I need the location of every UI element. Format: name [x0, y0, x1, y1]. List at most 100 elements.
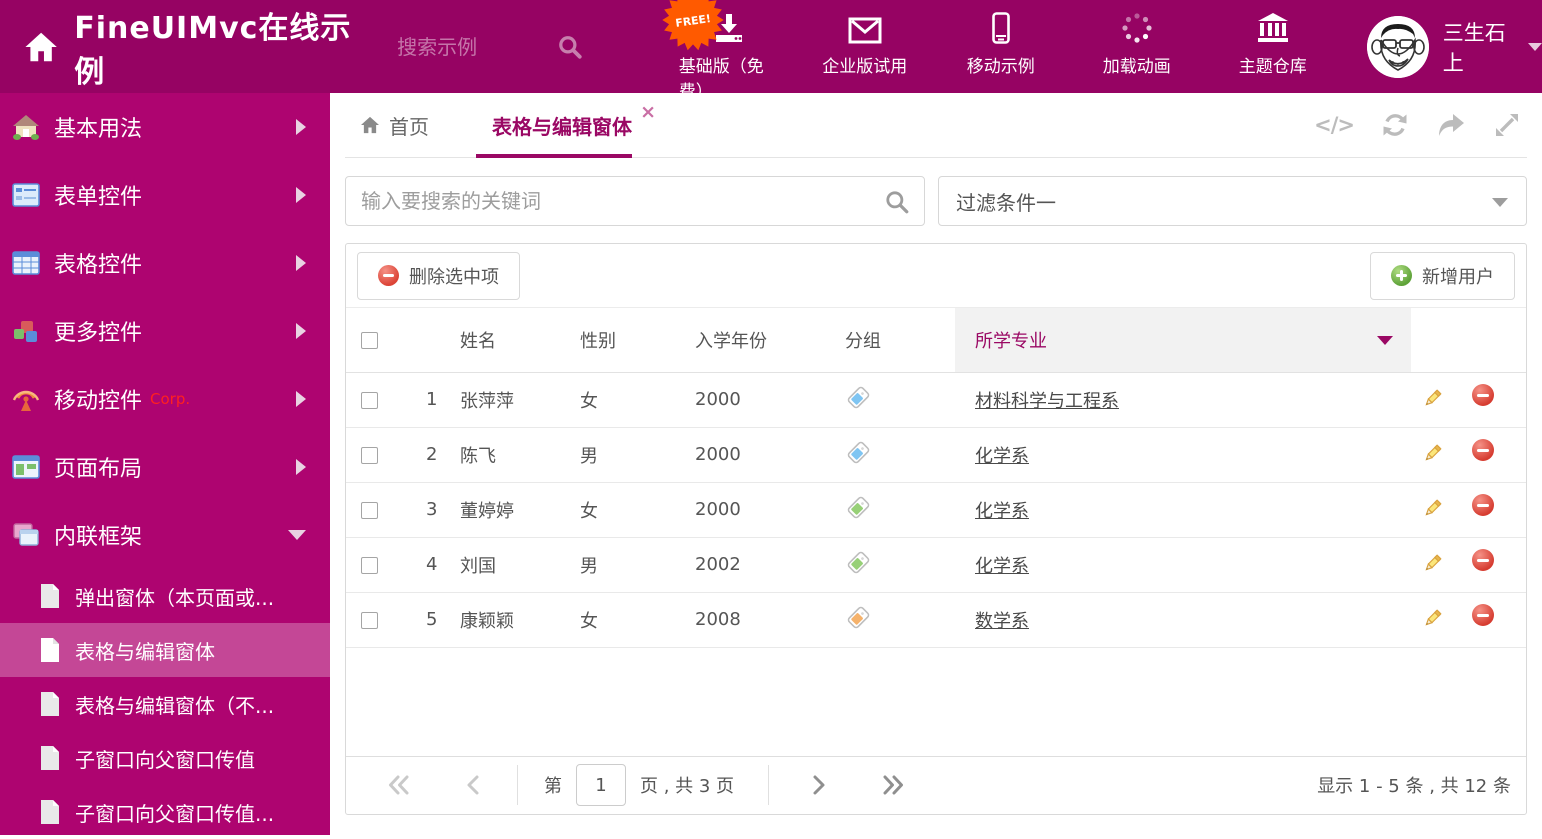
- major-link[interactable]: 化学系: [975, 501, 1029, 522]
- filter-dropdown[interactable]: 过滤条件一: [938, 176, 1527, 226]
- delete-icon[interactable]: [1471, 494, 1494, 516]
- nav-basic-free[interactable]: FREE! 基础版（免费）: [661, 0, 779, 102]
- chevron-right-icon: [296, 255, 306, 271]
- keyword-search[interactable]: [345, 176, 925, 226]
- chevron-down-icon: [1492, 198, 1508, 207]
- sidebar-item-iframe[interactable]: 内联框架: [0, 501, 330, 569]
- home-icon: [361, 116, 379, 134]
- cell-name: 康颖颖: [450, 592, 570, 648]
- sidebar-subitem-child-to-parent-2[interactable]: 子窗口向父窗口传值...: [0, 785, 330, 839]
- mobile-icon: [991, 10, 1010, 44]
- filter-dropdown-value: 过滤条件一: [956, 190, 1056, 215]
- edit-icon[interactable]: [1421, 552, 1444, 580]
- sidebar-subitem-popup-window[interactable]: 弹出窗体（本页面或...: [0, 569, 330, 623]
- row-checkbox[interactable]: [361, 556, 378, 574]
- edit-icon[interactable]: [1421, 442, 1444, 470]
- delete-icon[interactable]: [1471, 384, 1494, 406]
- free-badge-icon: FREE!: [661, 0, 724, 50]
- major-link[interactable]: 化学系: [975, 556, 1029, 577]
- keyword-search-input[interactable]: [346, 177, 846, 225]
- header-search[interactable]: [397, 34, 607, 60]
- first-page-button[interactable]: [387, 773, 411, 797]
- sidebar-item-basic-usage[interactable]: 基本用法: [0, 93, 330, 161]
- prev-page-button[interactable]: [463, 773, 483, 797]
- row-checkbox[interactable]: [361, 446, 378, 464]
- row-checkbox[interactable]: [361, 391, 378, 409]
- tag-icon: [847, 551, 870, 573]
- expand-icon[interactable]: [1493, 111, 1521, 139]
- avatar[interactable]: [1366, 15, 1429, 78]
- tag-icon: [847, 606, 870, 628]
- col-gender[interactable]: 性别: [570, 308, 685, 373]
- nav-loading-animation[interactable]: 加载动画: [1087, 0, 1187, 77]
- sidebar-subitem-child-to-parent[interactable]: 子窗口向父窗口传值: [0, 731, 330, 785]
- last-page-button[interactable]: [881, 773, 905, 797]
- sidebar-item-more-controls[interactable]: 更多控件: [0, 297, 330, 365]
- sidebar-item-grid-controls[interactable]: 表格控件: [0, 229, 330, 297]
- edit-icon[interactable]: [1421, 387, 1444, 415]
- col-major[interactable]: 所学专业: [955, 308, 1411, 373]
- share-icon[interactable]: [1436, 112, 1466, 138]
- sidebar-item-label: 表单控件: [54, 185, 143, 210]
- plus-circle-icon: [1391, 265, 1412, 286]
- sidebar-item-form-controls[interactable]: 表单控件: [0, 161, 330, 229]
- brand[interactable]: FineUIMvc在线示例: [0, 3, 367, 91]
- add-user-button[interactable]: 新增用户: [1370, 251, 1515, 300]
- edit-icon[interactable]: [1421, 497, 1444, 525]
- search-icon[interactable]: [557, 34, 583, 60]
- sidebar-item-label: 更多控件: [54, 321, 143, 346]
- page-prefix: 第: [544, 776, 562, 797]
- sidebar-item-label: 移动控件: [54, 389, 143, 414]
- nav-enterprise-trial[interactable]: 企业版试用: [815, 0, 915, 77]
- header-nav: FREE! 基础版（免费） 企业版试用 移动示例 加载动画 主题仓库: [661, 0, 1323, 102]
- grid-empty-space: [346, 648, 1526, 756]
- row-number: 5: [410, 592, 450, 648]
- select-all-header[interactable]: [346, 308, 410, 373]
- col-year[interactable]: 入学年份: [685, 308, 835, 373]
- col-name[interactable]: 姓名: [450, 308, 570, 373]
- major-link[interactable]: 数学系: [975, 611, 1029, 632]
- delete-icon[interactable]: [1471, 439, 1494, 461]
- cell-gender: 女: [570, 482, 685, 538]
- home-icon: [25, 32, 57, 61]
- major-link[interactable]: 化学系: [975, 446, 1029, 467]
- user-menu[interactable]: 三生石上: [1366, 15, 1542, 78]
- tab-grid-edit-window[interactable]: 表格与编辑窗体 ×: [476, 93, 656, 158]
- cell-gender: 男: [570, 537, 685, 593]
- next-page-button[interactable]: [809, 773, 829, 797]
- tab-home[interactable]: 首页: [345, 111, 444, 140]
- row-checkbox[interactable]: [361, 611, 378, 629]
- col-rownum: [410, 308, 450, 373]
- top-header: FineUIMvc在线示例 FREE! 基础版（免费）: [0, 0, 1542, 102]
- source-code-icon[interactable]: [1314, 113, 1354, 137]
- header-search-input[interactable]: [397, 34, 548, 59]
- chevron-down-icon: [288, 530, 306, 540]
- sidebar-item-mobile-controls[interactable]: 移动控件 Corp.: [0, 365, 330, 433]
- filter-row: 过滤条件一: [345, 176, 1527, 226]
- nav-theme-store[interactable]: 主题仓库: [1223, 0, 1323, 77]
- row-checkbox[interactable]: [361, 501, 378, 519]
- edit-icon[interactable]: [1421, 607, 1444, 635]
- button-label: 删除选中项: [409, 266, 499, 288]
- file-icon: [41, 800, 59, 824]
- bank-icon: [1256, 10, 1290, 44]
- close-icon[interactable]: ×: [640, 103, 656, 122]
- nav-mobile-demo[interactable]: 移动示例: [951, 0, 1051, 77]
- search-icon[interactable]: [884, 189, 910, 215]
- sidebar-subitem-grid-edit-window[interactable]: 表格与编辑窗体: [0, 623, 330, 677]
- refresh-icon[interactable]: [1381, 111, 1409, 139]
- major-link[interactable]: 材料科学与工程系: [975, 391, 1119, 412]
- divider: [768, 765, 770, 805]
- sidebar-item-page-layout[interactable]: 页面布局: [0, 433, 330, 501]
- select-all-checkbox[interactable]: [361, 331, 378, 349]
- delete-icon[interactable]: [1471, 549, 1494, 571]
- sidebar-item-label: 表格控件: [54, 253, 143, 278]
- sidebar-subitem-grid-edit-window-2[interactable]: 表格与编辑窗体（不...: [0, 677, 330, 731]
- delete-icon[interactable]: [1471, 604, 1494, 626]
- page-number-input[interactable]: [576, 764, 626, 806]
- cell-year: 2000: [685, 427, 835, 483]
- tab-label: 首页: [389, 114, 429, 139]
- sidebar-item-label: 基本用法: [54, 117, 143, 142]
- col-group[interactable]: 分组: [835, 308, 955, 373]
- delete-selected-button[interactable]: 删除选中项: [357, 251, 520, 300]
